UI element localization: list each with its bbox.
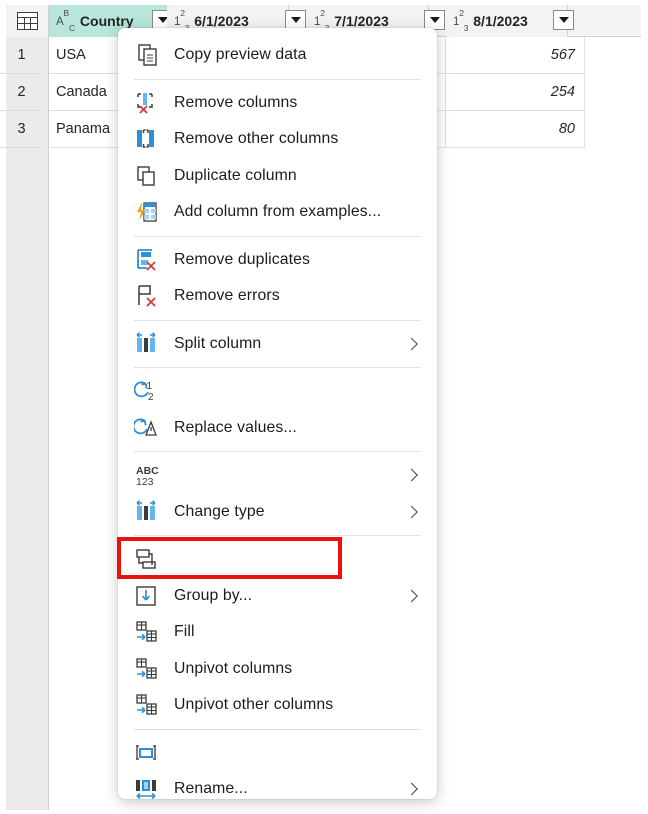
menu-item-label: Fill: [174, 623, 195, 641]
menu-separator: [134, 236, 421, 237]
transform-column-icon: [134, 499, 164, 525]
column-filter-dropdown-aug[interactable]: [553, 10, 574, 30]
column-filter-dropdown-jun[interactable]: [285, 10, 306, 30]
replace-errors-icon: [134, 415, 164, 441]
group-by-icon: [134, 546, 164, 572]
select-all-corner-cell[interactable]: [6, 5, 49, 37]
fill-icon: [134, 583, 164, 609]
menu-item-label: Remove other columns: [174, 130, 338, 148]
menu-item-add-column-from-examples[interactable]: Add column from examples...: [118, 194, 437, 231]
row-number: 2: [0, 74, 43, 111]
menu-separator: [134, 451, 421, 452]
text-type-icon: ABC: [56, 13, 75, 30]
menu-item-label: Replace values...: [174, 419, 297, 437]
chevron-right-icon: [405, 505, 418, 518]
table-cell[interactable]: 80: [446, 111, 585, 148]
menu-item-replace-errors[interactable]: Replace values...: [118, 410, 437, 447]
menu-item-rename[interactable]: [118, 735, 437, 772]
column-header-label: 7/1/2023: [334, 13, 389, 29]
menu-item-remove-other-columns[interactable]: Remove other columns: [118, 121, 437, 158]
menu-item-label: Split column: [174, 335, 261, 353]
menu-item-label: Add column from examples...: [174, 203, 381, 221]
menu-item-remove-columns[interactable]: Remove columns: [118, 85, 437, 122]
menu-item-label: Group by...: [174, 587, 252, 605]
menu-separator: [134, 320, 421, 321]
add-column-from-examples-icon: [134, 199, 164, 225]
menu-item-move[interactable]: Rename...: [118, 771, 437, 799]
menu-item-group-by[interactable]: [118, 541, 437, 578]
rename-icon: [134, 740, 164, 766]
row-number: 3: [0, 111, 43, 148]
chevron-down-icon: [430, 17, 440, 23]
column-header-aug[interactable]: 123 8/1/2023: [446, 5, 568, 37]
chevron-right-icon: [405, 337, 418, 350]
column-filter-dropdown-jul[interactable]: [424, 10, 445, 30]
menu-item-copy-preview-data[interactable]: Copy preview data: [118, 37, 437, 74]
menu-separator: [134, 729, 421, 730]
row-number-gutter: [6, 37, 49, 810]
menu-item-change-type[interactable]: ABC 123: [118, 457, 437, 494]
remove-columns-icon: [134, 90, 164, 116]
menu-item-fill[interactable]: Group by...: [118, 578, 437, 615]
menu-item-duplicate-column[interactable]: Duplicate column: [118, 158, 437, 195]
menu-separator: [134, 367, 421, 368]
copy-icon: [134, 42, 164, 68]
unpivot-only-selected-icon: [134, 692, 164, 718]
row-number: 1: [0, 37, 43, 74]
menu-item-split-column[interactable]: Split column: [118, 326, 437, 363]
whole-number-type-icon: 123: [314, 13, 329, 30]
menu-item-remove-duplicates[interactable]: Remove duplicates: [118, 242, 437, 279]
menu-item-label: Duplicate column: [174, 167, 297, 185]
remove-duplicates-icon: [134, 247, 164, 273]
svg-text:1: 1: [147, 381, 153, 392]
change-type-icon: ABC 123: [134, 462, 164, 488]
replace-values-icon: 1 2: [134, 378, 164, 404]
menu-item-label: Rename...: [174, 780, 248, 798]
whole-number-type-icon: 123: [174, 13, 189, 30]
chevron-right-icon: [405, 469, 418, 482]
menu-item-unpivot-other-columns[interactable]: Unpivot columns: [118, 651, 437, 688]
svg-text:123: 123: [136, 476, 154, 488]
column-context-menu[interactable]: Copy preview data Remove columns Remove …: [118, 28, 437, 799]
chevron-right-icon: [405, 783, 418, 796]
split-column-icon: [134, 331, 164, 357]
menu-item-label: Remove errors: [174, 287, 280, 305]
column-header-label: 6/1/2023: [194, 13, 249, 29]
chevron-down-icon: [291, 17, 301, 23]
svg-text:2: 2: [148, 392, 154, 403]
table-cell[interactable]: 567: [446, 37, 585, 74]
column-header-label: Country: [80, 13, 134, 29]
column-header-label: 8/1/2023: [473, 13, 528, 29]
table-cell[interactable]: 254: [446, 74, 585, 111]
chevron-right-icon: [405, 589, 418, 602]
menu-separator: [134, 79, 421, 80]
menu-item-label: Remove duplicates: [174, 251, 310, 269]
chevron-down-icon: [559, 17, 569, 23]
remove-other-columns-icon: [134, 126, 164, 152]
menu-item-replace-values[interactable]: 1 2: [118, 373, 437, 410]
menu-item-remove-errors[interactable]: Remove errors: [118, 278, 437, 315]
menu-item-unpivot-columns[interactable]: Fill: [118, 614, 437, 651]
menu-item-label: Remove columns: [174, 94, 297, 112]
remove-errors-icon: [134, 283, 164, 309]
menu-item-label: Change type: [174, 503, 265, 521]
chevron-down-icon: [158, 17, 168, 23]
unpivot-columns-icon: [134, 619, 164, 645]
duplicate-column-icon: [134, 163, 164, 189]
move-icon: [134, 776, 164, 799]
menu-item-transform-column[interactable]: Change type: [118, 494, 437, 531]
unpivot-other-columns-icon: [134, 656, 164, 682]
table-grid-icon: [17, 12, 38, 30]
menu-separator: [134, 535, 421, 536]
menu-item-label: Unpivot columns: [174, 660, 292, 678]
menu-item-label: Copy preview data: [174, 46, 307, 64]
menu-item-label: Unpivot other columns: [174, 696, 333, 714]
menu-item-unpivot-only-selected-columns[interactable]: Unpivot other columns: [118, 687, 437, 724]
whole-number-type-icon: 123: [453, 13, 468, 30]
